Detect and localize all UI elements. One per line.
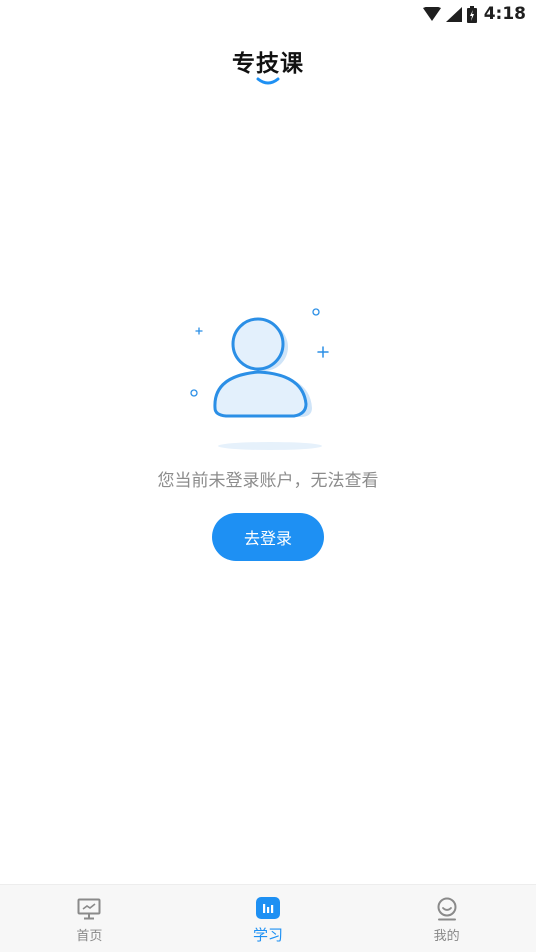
nav-item-study[interactable]: 学习 [208,893,328,945]
nav-label-home: 首页 [76,928,103,944]
login-button[interactable]: 去登录 [212,513,324,561]
profile-icon [434,896,460,922]
nav-label-study: 学习 [252,925,283,944]
battery-charging-icon [466,5,477,23]
empty-state-message: 您当前未登录账户，无法查看 [157,471,379,491]
nav-item-home[interactable]: 首页 [29,894,149,944]
cell-signal-icon [445,6,462,22]
bottom-navigation: 首页 学习 我的 [0,884,536,952]
nav-item-mine[interactable]: 我的 [387,894,507,944]
empty-state: 您当前未登录账户，无法查看 去登录 [0,300,536,561]
status-time: 4:18 [483,4,526,24]
user-avatar-placeholder-icon [190,308,329,450]
page-title: 专技课 [232,51,304,77]
study-chart-icon [255,895,281,921]
app-screen: 4:18 专技课 您当前未登录账户，无法查看 去登录 首页 学习 我的 [0,0,536,952]
page-header: 专技课 [0,44,536,86]
nav-label-mine: 我的 [433,928,460,944]
wifi-icon [422,7,441,21]
monitor-icon [76,896,102,922]
status-bar: 4:18 [0,0,536,28]
